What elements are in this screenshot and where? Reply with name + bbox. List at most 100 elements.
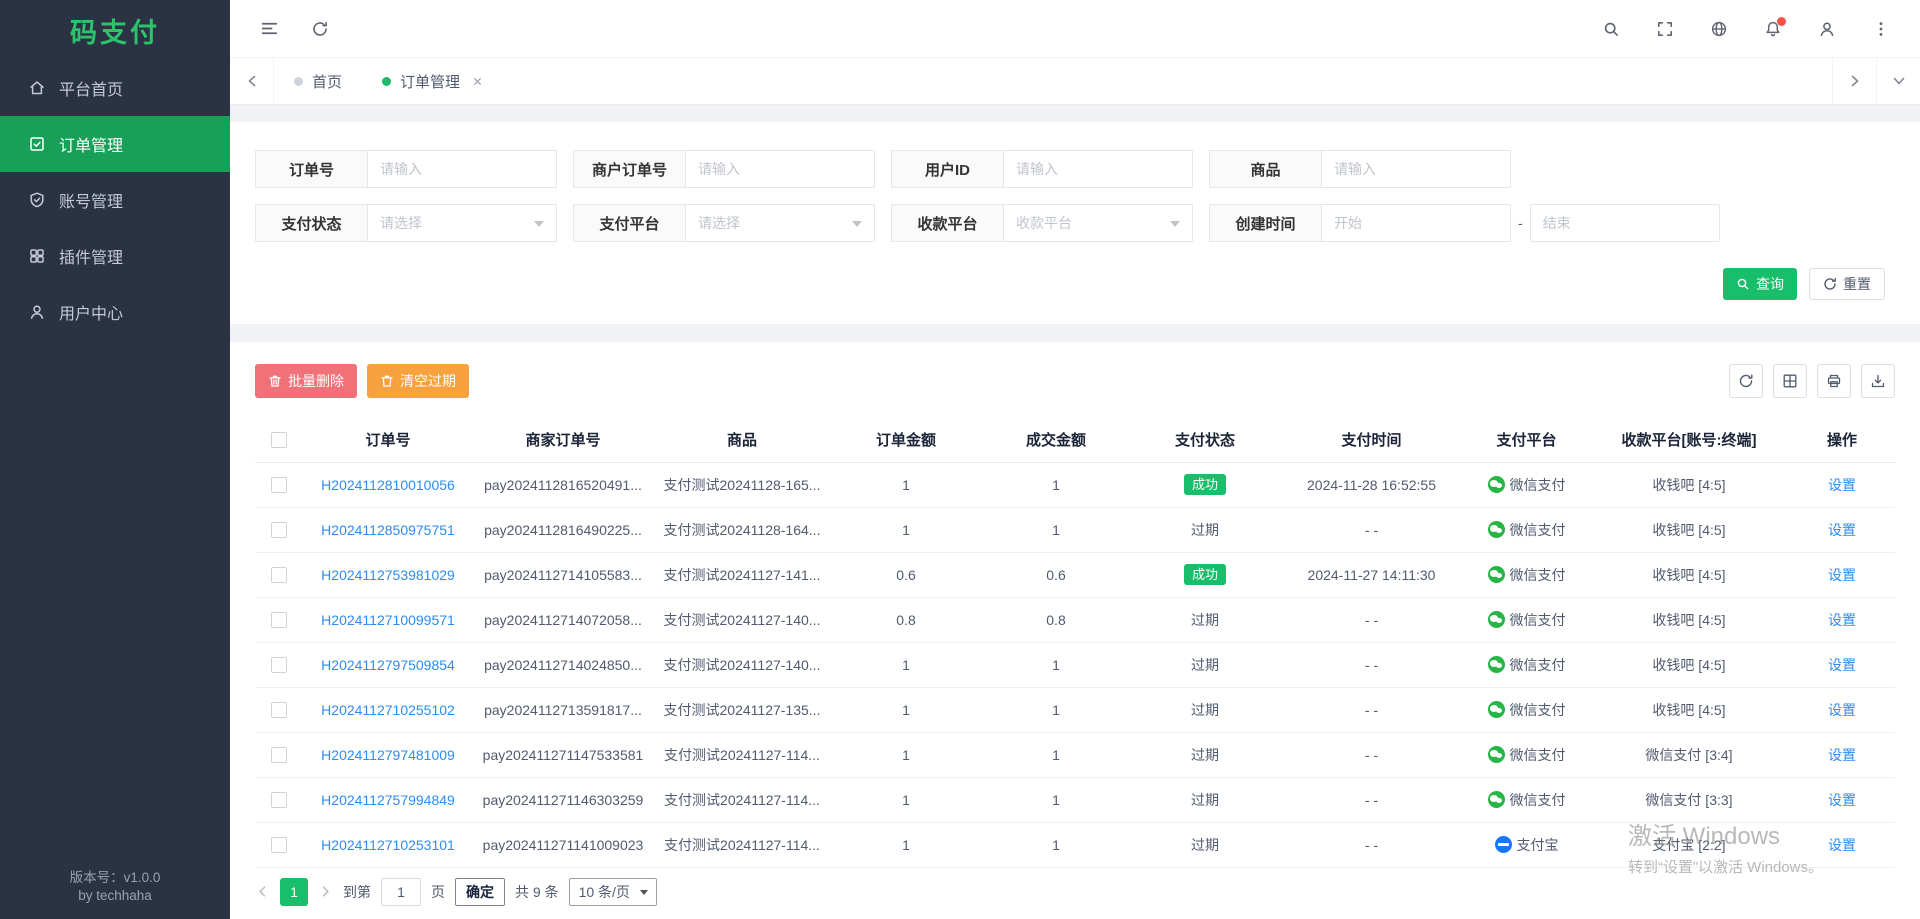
- row-checkbox[interactable]: [271, 567, 287, 583]
- table-row: H2024112710255102 pay2024112713591817...…: [255, 687, 1895, 732]
- row-checkbox[interactable]: [271, 612, 287, 628]
- filter-label: 收款平台: [891, 204, 1003, 242]
- refresh-icon[interactable]: [311, 20, 329, 38]
- tabs-scroll-left-button[interactable]: [230, 58, 274, 104]
- product-name: 支付测试20241127-114...: [653, 822, 831, 867]
- table-refresh-button[interactable]: [1729, 364, 1763, 398]
- row-checkbox[interactable]: [271, 792, 287, 808]
- sidebar-item-accounts[interactable]: 账号管理: [0, 172, 230, 228]
- order-no-link[interactable]: H2024112757994849: [321, 792, 455, 808]
- tab-home[interactable]: 首页: [274, 58, 362, 104]
- filter-label: 订单号: [255, 150, 367, 188]
- notification-icon[interactable]: [1764, 20, 1782, 38]
- order-no-link[interactable]: H2024112850975751: [321, 522, 455, 538]
- order-no-input[interactable]: [367, 150, 557, 188]
- end-time-input[interactable]: [1530, 204, 1720, 242]
- next-page-button[interactable]: [318, 884, 333, 899]
- order-amount: 1: [831, 462, 981, 507]
- wechat-pay-icon: [1488, 521, 1505, 538]
- row-settings-link[interactable]: 设置: [1828, 612, 1856, 628]
- main-area: 首页 订单管理 订单号: [230, 0, 1920, 919]
- order-amount: 1: [831, 507, 981, 552]
- app-logo: 码支付: [0, 0, 230, 60]
- start-time-input[interactable]: [1321, 204, 1511, 242]
- table-row: H2024112797481009 pay202411271147533581 …: [255, 732, 1895, 777]
- row-settings-link[interactable]: 设置: [1828, 837, 1856, 853]
- product-name: 支付测试20241127-114...: [653, 732, 831, 777]
- home-icon: [28, 79, 46, 97]
- row-checkbox[interactable]: [271, 747, 287, 763]
- search-icon[interactable]: [1602, 20, 1620, 38]
- pay-status-select[interactable]: 请选择: [367, 204, 557, 242]
- row-checkbox[interactable]: [271, 477, 287, 493]
- table-row: H2024112810010056 pay2024112816520491...…: [255, 462, 1895, 507]
- search-button[interactable]: 查询: [1723, 268, 1797, 300]
- merchant-order-no-input[interactable]: [685, 150, 875, 188]
- row-settings-link[interactable]: 设置: [1828, 702, 1856, 718]
- reset-button[interactable]: 重置: [1809, 268, 1885, 300]
- merchant-order-no: pay2024112714105583...: [473, 552, 653, 597]
- page-size-select[interactable]: 10 条/页: [569, 878, 657, 906]
- row-settings-link[interactable]: 设置: [1828, 567, 1856, 583]
- merchant-order-no: pay2024112816490225...: [473, 507, 653, 552]
- filter-product: 商品: [1209, 150, 1511, 188]
- sidebar-item-user-center[interactable]: 用户中心: [0, 284, 230, 340]
- columns-setting-button[interactable]: [1773, 364, 1807, 398]
- user-icon[interactable]: [1818, 20, 1836, 38]
- select-all-checkbox[interactable]: [271, 432, 287, 448]
- col-order-amount: 订单金额: [831, 418, 981, 462]
- print-button[interactable]: [1817, 364, 1851, 398]
- row-settings-link[interactable]: 设置: [1828, 792, 1856, 808]
- filter-merchant-order-no: 商户订单号: [573, 150, 875, 188]
- order-no-link[interactable]: H2024112753981029: [321, 567, 455, 583]
- order-amount: 0.8: [831, 597, 981, 642]
- merchant-order-no: pay2024112713591817...: [473, 687, 653, 732]
- receive-platform-select[interactable]: 收款平台: [1003, 204, 1193, 242]
- order-no-link[interactable]: H2024112810010056: [321, 477, 455, 493]
- order-no-link[interactable]: H2024112797509854: [321, 657, 455, 673]
- more-icon[interactable]: [1872, 20, 1890, 38]
- export-button[interactable]: [1861, 364, 1895, 398]
- order-amount: 1: [831, 822, 981, 867]
- goto-confirm-button[interactable]: 确定: [455, 878, 505, 906]
- collapse-menu-icon[interactable]: [260, 19, 279, 38]
- row-settings-link[interactable]: 设置: [1828, 477, 1856, 493]
- prev-page-button[interactable]: [255, 884, 270, 899]
- tab-close-icon[interactable]: [471, 75, 484, 88]
- clear-expired-button[interactable]: 清空过期: [367, 364, 469, 398]
- current-page[interactable]: 1: [280, 878, 308, 906]
- pay-platform-select[interactable]: 请选择: [685, 204, 875, 242]
- row-checkbox[interactable]: [271, 657, 287, 673]
- product-input[interactable]: [1321, 150, 1511, 188]
- notification-badge-dot: [1777, 17, 1786, 26]
- tab-orders[interactable]: 订单管理: [362, 58, 504, 104]
- order-no-link[interactable]: H2024112710099571: [321, 612, 455, 628]
- pay-time: 2024-11-27 14:11:30: [1279, 552, 1464, 597]
- sidebar-item-plugins[interactable]: 插件管理: [0, 228, 230, 284]
- row-settings-link[interactable]: 设置: [1828, 747, 1856, 763]
- filter-pay-status: 支付状态 请选择: [255, 204, 557, 242]
- tabs-scroll-right-button[interactable]: [1832, 58, 1876, 104]
- product-name: 支付测试20241127-135...: [653, 687, 831, 732]
- sidebar-item-home[interactable]: 平台首页: [0, 60, 230, 116]
- row-checkbox[interactable]: [271, 702, 287, 718]
- language-icon[interactable]: [1710, 20, 1728, 38]
- receiver-platform: 微信支付 [3:4]: [1589, 732, 1789, 777]
- user-id-input[interactable]: [1003, 150, 1193, 188]
- order-no-link[interactable]: H2024112710253101: [321, 837, 455, 853]
- row-settings-link[interactable]: 设置: [1828, 657, 1856, 673]
- order-no-link[interactable]: H2024112710255102: [321, 702, 455, 718]
- row-checkbox[interactable]: [271, 522, 287, 538]
- fullscreen-icon[interactable]: [1656, 20, 1674, 38]
- order-no-link[interactable]: H2024112797481009: [321, 747, 455, 763]
- wechat-pay-icon: [1488, 791, 1505, 808]
- row-settings-link[interactable]: 设置: [1828, 522, 1856, 538]
- goto-page-input[interactable]: [381, 878, 421, 906]
- row-checkbox[interactable]: [271, 837, 287, 853]
- product-name: 支付测试20241127-114...: [653, 777, 831, 822]
- sidebar-item-orders[interactable]: 订单管理: [0, 116, 230, 172]
- platform-name: 微信支付: [1510, 747, 1566, 763]
- wechat-pay-icon: [1488, 611, 1505, 628]
- batch-delete-button[interactable]: 批量删除: [255, 364, 357, 398]
- tabs-menu-button[interactable]: [1876, 58, 1920, 104]
